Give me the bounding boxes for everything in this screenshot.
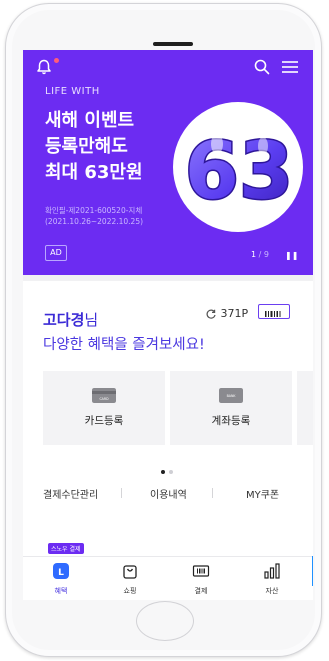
tab-label: 자산	[265, 587, 279, 595]
quick-links: 결제수단관리 이용내역 MY쿠폰	[23, 486, 313, 506]
pause-button[interactable]: ❚❚	[285, 251, 298, 260]
notification-dot	[54, 58, 59, 63]
history-link[interactable]: 이용내역	[150, 486, 187, 501]
fine-print-line: 확인필-제2021-600520-지체	[45, 206, 143, 215]
event-banner[interactable]: LIFE WITH 새해 이벤트 등록만해도 최대 63만원 확인필-제2021…	[23, 50, 313, 275]
promo-number: 63	[185, 127, 294, 217]
banner-tagline: LIFE WITH	[45, 86, 100, 97]
points-value: 371P	[220, 307, 249, 320]
benefits-icon: L	[53, 563, 69, 579]
svg-text:L: L	[58, 568, 64, 578]
barcode-icon	[265, 311, 281, 317]
points-balance[interactable]: 371P	[205, 307, 248, 320]
search-icon[interactable]	[253, 58, 271, 76]
fine-print-line: (2021.10.26~2022.10.25)	[45, 217, 144, 226]
tab-label: 쇼핑	[123, 587, 137, 595]
link-divider	[121, 488, 122, 498]
carousel-dot-active	[161, 470, 165, 474]
home-button[interactable]	[136, 601, 194, 641]
banner-pager: 1 / 9	[251, 250, 269, 259]
bank-badge: BANK	[227, 394, 237, 398]
barcode-button[interactable]	[258, 304, 290, 319]
scrollbar-thumb[interactable]	[312, 556, 313, 586]
account-register-label: 계좌등록	[211, 415, 251, 427]
tab-benefits[interactable]: L 혜택	[36, 562, 86, 596]
user-name-text: 고다경	[43, 311, 85, 329]
tab-shopping[interactable]: 쇼핑	[105, 562, 155, 596]
tab-assets[interactable]: 자산	[247, 562, 297, 596]
greeting-text: 다양한 혜택을 즐겨보세요!	[43, 337, 205, 353]
shopping-bag-icon	[123, 565, 137, 579]
headline-line: 등록만해도	[45, 136, 128, 157]
refresh-icon[interactable]	[205, 308, 217, 320]
tab-label: 혜택	[54, 587, 68, 595]
banner-fine-print: 확인필-제2021-600520-지체 (2021.10.26~2022.10.…	[45, 205, 143, 227]
user-name: 고다경님	[43, 309, 98, 330]
card-register-label: 카드등록	[84, 415, 124, 427]
barcode-scan-icon	[192, 565, 210, 577]
headline-line: 최대 63만원	[45, 162, 143, 183]
link-divider	[212, 488, 213, 498]
bell-icon[interactable]	[35, 58, 53, 76]
carousel-dot	[169, 470, 173, 474]
bottom-tab-bar: L 혜택 쇼핑 결제 자산	[23, 556, 313, 600]
bank-card-icon: BANK	[219, 388, 243, 403]
user-summary-card: 고다경님 다양한 혜택을 즐겨보세요! 371P CARD 카드등록 BANK …	[23, 281, 313, 553]
payment-method-link[interactable]: 결제수단관리	[43, 486, 98, 501]
app-screen: LIFE WITH 새해 이벤트 등록만해도 최대 63만원 확인필-제2021…	[23, 50, 313, 600]
carousel-dots	[161, 459, 177, 478]
card-register-tile[interactable]: CARD 카드등록	[43, 371, 165, 445]
pager-current: 1	[251, 250, 257, 259]
balloon-number-graphic: 63	[183, 126, 295, 219]
hamburger-menu-icon[interactable]	[281, 60, 299, 74]
section-tag: 스노우 결제	[48, 543, 84, 554]
ad-badge: AD	[45, 245, 67, 261]
banner-headline: 새해 이벤트 등록만해도 최대 63만원	[45, 108, 143, 186]
pager-total: 9	[263, 250, 269, 259]
next-tile-peek[interactable]	[297, 371, 313, 445]
card-badge: CARD	[99, 397, 109, 401]
credit-card-icon: CARD	[92, 388, 116, 403]
pager-separator: /	[258, 250, 262, 259]
tab-payment[interactable]: 결제	[176, 562, 226, 596]
account-register-tile[interactable]: BANK 계좌등록	[170, 371, 292, 445]
registration-tiles: CARD 카드등록 BANK 계좌등록	[43, 371, 313, 445]
promo-graphic: 63	[173, 102, 303, 232]
user-honorific: 님	[84, 311, 99, 329]
bar-chart-icon	[264, 563, 280, 579]
tab-label: 결제	[194, 587, 208, 595]
my-coupon-link[interactable]: MY쿠폰	[246, 486, 279, 501]
headline-line: 새해 이벤트	[45, 110, 135, 131]
phone-speaker	[153, 42, 193, 46]
